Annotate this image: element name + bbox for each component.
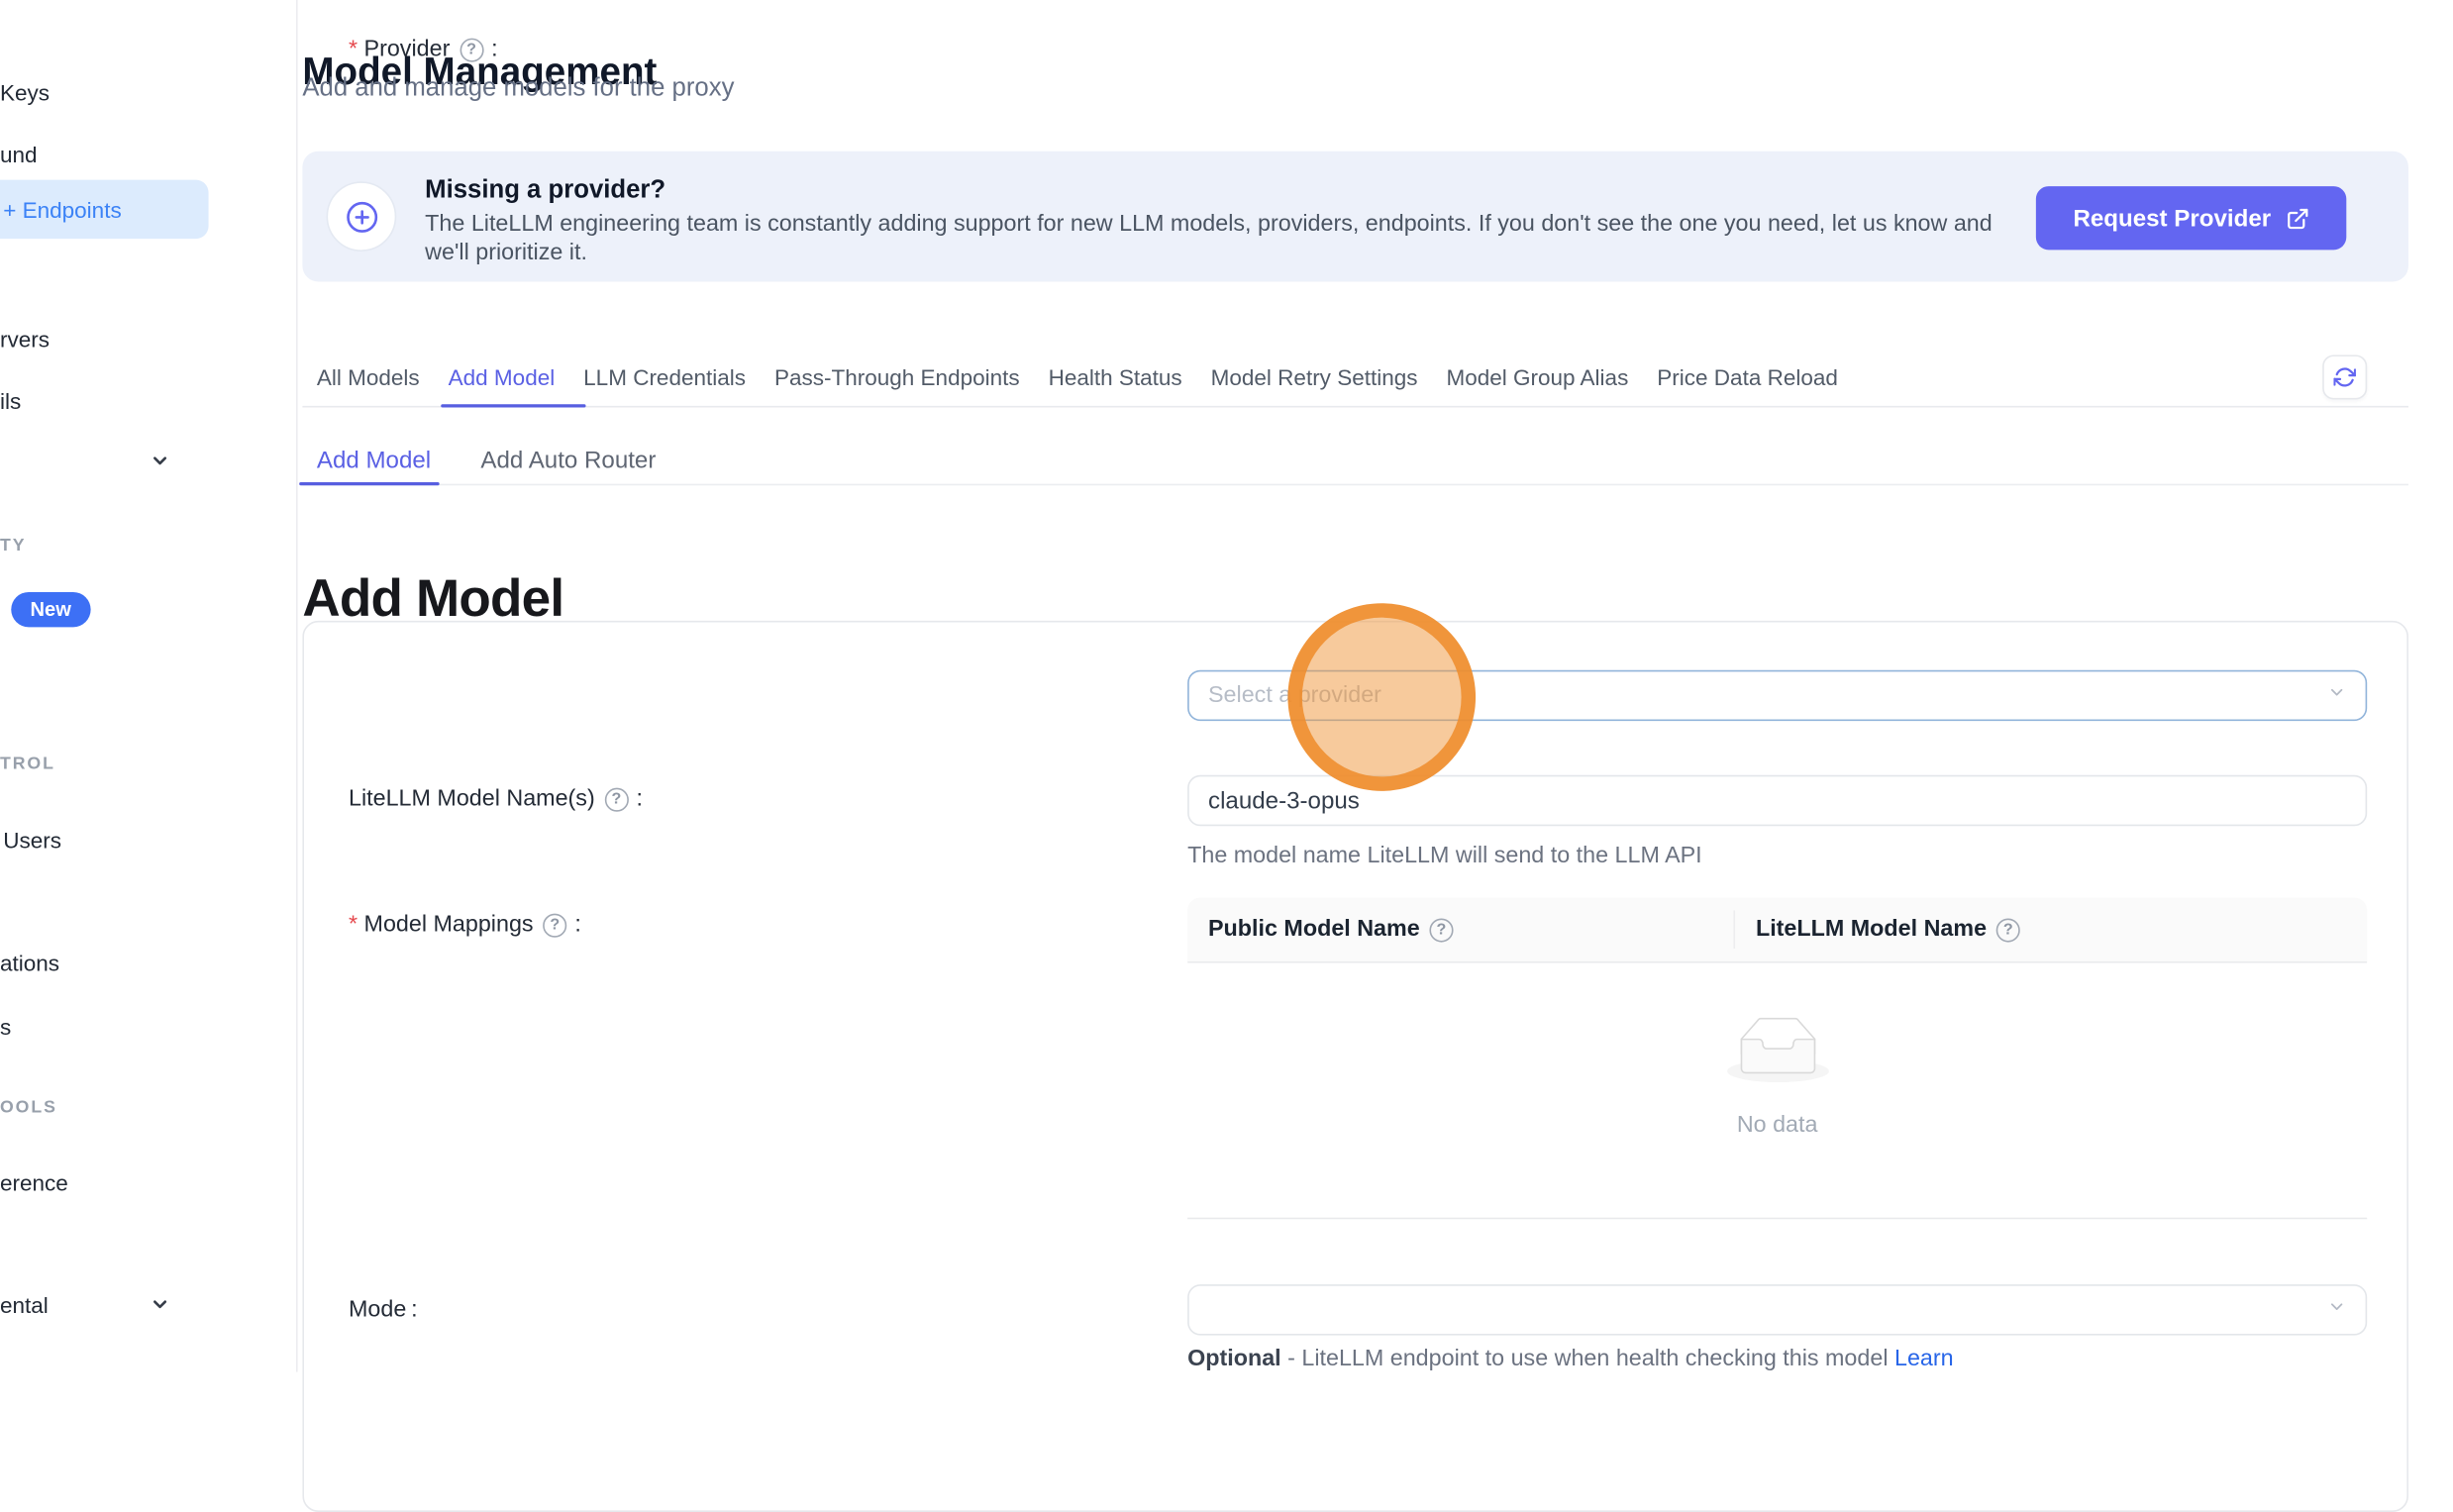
question-circle-icon[interactable]: ? <box>1429 918 1453 942</box>
tab-model-retry-settings[interactable]: Model Retry Settings <box>1211 364 1418 390</box>
new-badge: New <box>11 592 90 627</box>
sidebar-item-experimental[interactable]: ental <box>0 1292 49 1318</box>
tabs-divider <box>302 406 2408 408</box>
provider-select-placeholder: Select a provider <box>1208 683 2327 709</box>
subtabs-divider <box>302 484 2408 486</box>
missing-provider-banner: Missing a provider? The LiteLLM engineer… <box>302 151 2408 282</box>
chevron-down-icon[interactable] <box>150 451 170 471</box>
request-provider-button[interactable]: Request Provider <box>2036 186 2346 250</box>
model-mappings-table: Public Model Name ? LiteLLM Model Name ?… <box>1187 898 2367 1220</box>
tab-add-model[interactable]: Add Model <box>449 364 556 390</box>
litellm-model-name-input[interactable] <box>1187 775 2367 826</box>
tab-all-models[interactable]: All Models <box>317 364 420 390</box>
sidebar-section-label: TY <box>0 537 26 555</box>
column-header-public-model-name: Public Model Name ? <box>1187 910 1735 949</box>
tab-price-data-reload[interactable]: Price Data Reload <box>1657 364 1838 390</box>
request-provider-label: Request Provider <box>2073 205 2271 232</box>
banner-description: The LiteLLM engineering team is constant… <box>425 212 2008 267</box>
sidebar-section-label: OOLS <box>0 1098 57 1117</box>
app-root: Keys und + Endpoints rvers ils TY New TR… <box>0 0 2453 1372</box>
sidebar-item-playground[interactable]: und <box>0 142 38 167</box>
provider-select[interactable]: Select a provider <box>1187 670 2367 721</box>
chevron-down-icon[interactable] <box>150 1294 170 1315</box>
tab-health-status[interactable]: Health Status <box>1049 364 1182 390</box>
model-mappings-label: * Model Mappings ? : <box>349 912 581 938</box>
tab-model-group-alias[interactable]: Model Group Alias <box>1446 364 1628 390</box>
question-circle-icon[interactable]: ? <box>1996 918 2020 942</box>
refresh-icon <box>2333 366 2356 389</box>
table-empty-body: No data <box>1187 962 2367 1219</box>
table-header-row: Public Model Name ? LiteLLM Model Name ? <box>1187 898 2367 963</box>
no-data-text: No data <box>1187 1113 2367 1139</box>
required-marker: * <box>349 37 358 62</box>
litellm-model-name-helper: The model name LiteLLM will send to the … <box>1187 844 1702 869</box>
sidebar-item-rails[interactable]: ils <box>0 388 21 414</box>
chevron-down-icon <box>2327 1295 2346 1324</box>
refresh-button[interactable] <box>2322 354 2367 399</box>
subtab-add-auto-router[interactable]: Add Auto Router <box>480 448 656 474</box>
question-circle-icon[interactable]: ? <box>543 913 566 937</box>
sidebar-item-organizations[interactable]: ations <box>0 951 59 976</box>
sidebar-item-servers[interactable]: rvers <box>0 327 50 353</box>
column-header-litellm-model-name: LiteLLM Model Name ? <box>1735 917 2367 943</box>
sidebar: Keys und + Endpoints rvers ils TY New TR… <box>0 0 298 1372</box>
question-circle-icon[interactable]: ? <box>460 38 483 61</box>
sidebar-item-reference[interactable]: erence <box>0 1169 68 1195</box>
tab-llm-credentials[interactable]: LLM Credentials <box>583 364 746 390</box>
page-subtitle: Add and manage models for the proxy <box>302 75 734 104</box>
litellm-model-name-label: LiteLLM Model Name(s) ? : <box>349 786 643 812</box>
external-link-icon <box>2286 206 2309 230</box>
empty-inbox-icon <box>1726 1017 1828 1090</box>
sidebar-item-models-endpoints-active[interactable]: + Endpoints <box>0 180 209 239</box>
active-tab-underline <box>441 403 585 407</box>
subtab-add-model[interactable]: Add Model <box>317 448 431 474</box>
model-tabs: All Models Add Model LLM Credentials Pas… <box>317 364 1838 390</box>
learn-link[interactable]: Learn <box>1894 1347 1954 1372</box>
tab-pass-through-endpoints[interactable]: Pass-Through Endpoints <box>774 364 1020 390</box>
question-circle-icon[interactable]: ? <box>604 787 628 811</box>
provider-label: * Provider ? : <box>349 37 498 62</box>
required-marker: * <box>349 912 358 938</box>
mode-select[interactable] <box>1187 1284 2367 1335</box>
mode-label: Mode : <box>349 1297 418 1323</box>
mode-helper: Optional - LiteLLM endpoint to use when … <box>1187 1347 1953 1372</box>
sidebar-item-keys[interactable]: Keys <box>0 79 50 105</box>
sidebar-item-users[interactable]: Users <box>3 828 61 854</box>
sidebar-item-teams[interactable]: s <box>0 1014 11 1040</box>
sidebar-section-label: TROL <box>0 755 55 773</box>
banner-title: Missing a provider? <box>425 176 665 205</box>
active-subtab-underline <box>299 481 439 485</box>
chevron-down-icon <box>2327 681 2346 710</box>
add-model-form-card: * Provider ? : Select a provider LiteLLM… <box>302 621 2408 1512</box>
plus-circle-icon <box>327 181 397 252</box>
